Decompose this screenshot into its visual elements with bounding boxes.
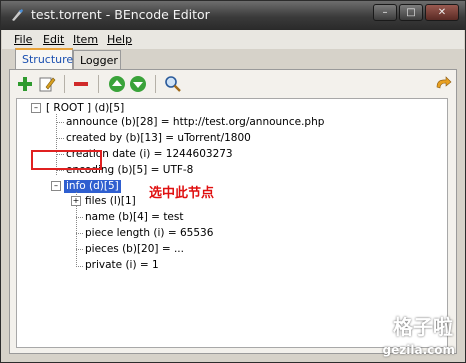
minimize-button[interactable]: – — [373, 4, 397, 21]
tab-structure[interactable]: Structure — [15, 48, 73, 70]
menu-help-label: Help — [107, 33, 133, 46]
title-bar[interactable]: test.torrent - BEncode Editor – □ ✕ — [1, 1, 465, 30]
maximize-button[interactable]: □ — [399, 4, 423, 21]
watermark-url: gezila.com — [382, 343, 455, 357]
tree-guide — [56, 138, 64, 139]
edit-icon[interactable] — [38, 75, 56, 93]
tree-node-announce[interactable]: announce (b)[28] = http://test.org/annou… — [66, 116, 324, 129]
tree-guide — [56, 122, 64, 123]
toolbar — [10, 70, 456, 98]
collapse-info-icon[interactable]: – — [51, 181, 61, 191]
app-icon — [12, 9, 23, 21]
watermark-text: 格子啦 — [393, 315, 453, 339]
window-title: test.torrent - BEncode Editor — [31, 7, 210, 22]
menu-help[interactable]: Help — [107, 33, 132, 46]
tree-node-name[interactable]: name (b)[4] = test — [85, 211, 183, 224]
move-down-icon[interactable] — [129, 75, 147, 93]
tree-node-files[interactable]: files (l)[1] — [85, 195, 136, 208]
menu-edit[interactable]: Edit — [43, 33, 64, 46]
tree-guide — [76, 249, 83, 250]
move-up-icon[interactable] — [108, 75, 126, 93]
structure-panel: – [ ROOT ] (d)[5] announce (b)[28] = htt… — [9, 69, 457, 354]
tree-node-private[interactable]: private (i) = 1 — [85, 259, 159, 272]
refresh-icon[interactable] — [434, 75, 452, 93]
menu-file-label: File — [14, 33, 33, 46]
toolbar-separator — [155, 75, 156, 93]
toolbar-separator — [98, 75, 99, 93]
remove-icon[interactable] — [72, 75, 90, 93]
annotation-text: 选中此节点 — [149, 186, 215, 201]
tree-node-pieces[interactable]: pieces (b)[20] = ... — [85, 243, 184, 256]
toolbar-separator — [64, 75, 65, 93]
menu-bar: File Edit Item Help — [2, 30, 464, 49]
tree-guide — [76, 266, 83, 267]
expand-files-icon[interactable]: + — [71, 196, 81, 206]
selection-callout-box — [31, 150, 102, 170]
app-window: test.torrent - BEncode Editor – □ ✕ File… — [0, 0, 466, 363]
tree-guide — [56, 170, 64, 171]
search-icon[interactable] — [164, 75, 182, 93]
add-icon[interactable] — [16, 75, 34, 93]
menu-edit-label: Edit — [43, 33, 65, 46]
close-button[interactable]: ✕ — [425, 4, 459, 21]
tree-node-info[interactable]: info (d)[5] — [64, 180, 121, 193]
tree-node-piece-length[interactable]: piece length (i) = 65536 — [85, 227, 213, 240]
tree-view[interactable]: – [ ROOT ] (d)[5] announce (b)[28] = htt… — [16, 98, 448, 348]
menu-file[interactable]: File — [14, 33, 32, 46]
tree-node-root[interactable]: [ ROOT ] (d)[5] — [46, 102, 124, 115]
tree-guide — [76, 233, 83, 234]
menu-item-label: Item — [73, 33, 99, 46]
collapse-root-icon[interactable]: – — [31, 103, 41, 113]
tab-logger[interactable]: Logger — [73, 50, 121, 70]
tree-guide — [76, 217, 83, 218]
tree-node-created-by[interactable]: created by (b)[13] = uTorrent/1800 — [66, 132, 251, 145]
menu-item[interactable]: Item — [73, 33, 98, 46]
